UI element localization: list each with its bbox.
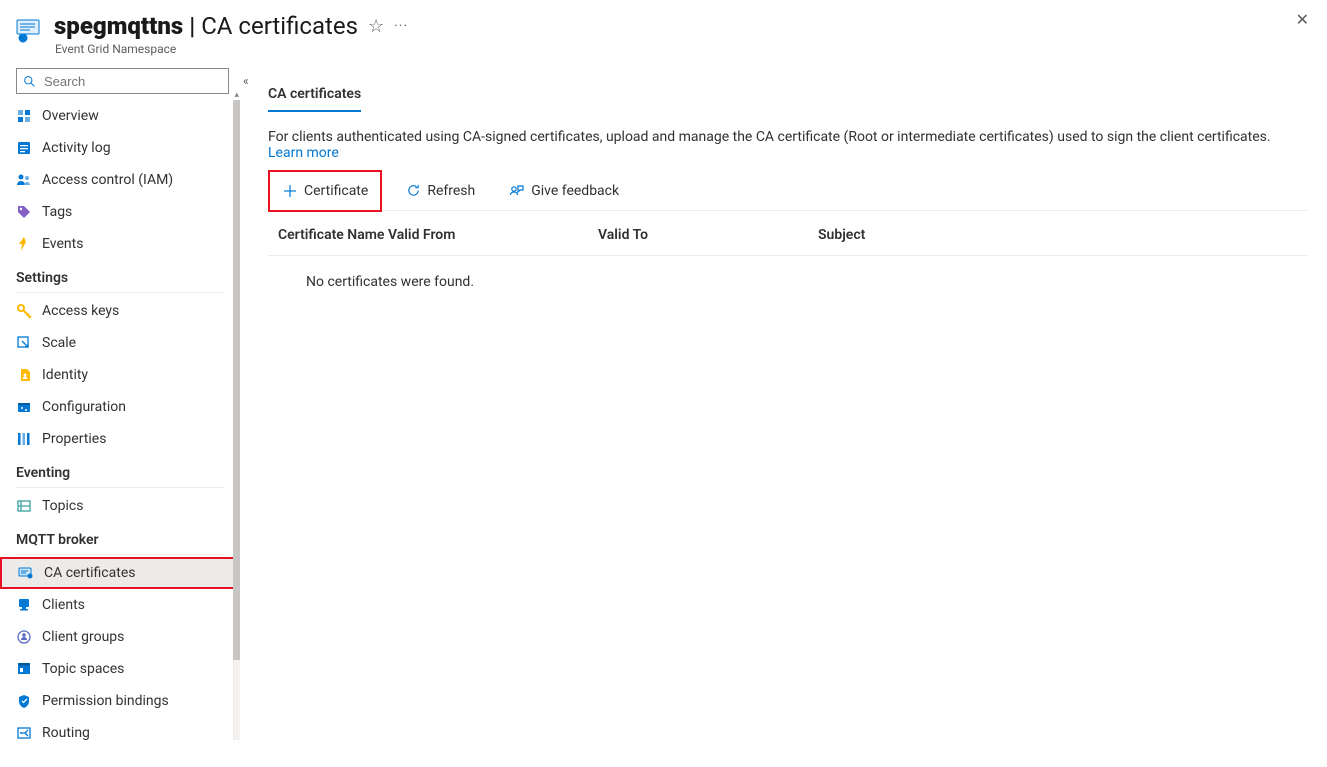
sidebar-item-events[interactable]: Events: [0, 228, 240, 260]
sidebar-item-ca-certificates[interactable]: CA certificates: [0, 557, 240, 589]
identity-icon: [16, 367, 32, 383]
sidebar-item-label: Scale: [42, 335, 76, 351]
sidebar-item-access-keys[interactable]: Access keys: [0, 295, 240, 327]
config-icon: [16, 399, 32, 415]
sidebar-item-permission-bindings[interactable]: Permission bindings: [0, 685, 240, 717]
sidebar-item-label: Access control (IAM): [42, 172, 173, 188]
empty-state-message: No certificates were found.: [268, 256, 1307, 290]
sidebar-search[interactable]: [16, 68, 229, 94]
more-icon[interactable]: ···: [394, 18, 408, 34]
sidebar-item-label: Properties: [42, 431, 106, 447]
sidebar-item-label: Routing: [42, 725, 90, 741]
scale-icon: [16, 335, 32, 351]
col-certificate-name[interactable]: Certificate Name: [268, 227, 388, 243]
sidebar-item-label: Events: [42, 236, 83, 252]
sidebar-item-label: Permission bindings: [42, 693, 169, 709]
separator: [16, 554, 224, 555]
feedback-icon: [509, 183, 525, 199]
search-icon: [23, 75, 36, 88]
sidebar-item-label: Activity log: [42, 140, 111, 156]
separator: [16, 487, 224, 488]
refresh-icon: [406, 183, 421, 198]
command-bar: Certificate Refresh: [268, 171, 1307, 211]
sidebar-item-label: Client groups: [42, 629, 124, 645]
resource-title: spegmqttns | CA certificates: [54, 12, 358, 40]
sidebar-item-topic-spaces[interactable]: Topic spaces: [0, 653, 240, 685]
resource-icon: [16, 16, 44, 44]
sidebar-item-access-control-iam-[interactable]: Access control (IAM): [0, 164, 240, 196]
description-text: For clients authenticated using CA-signe…: [268, 119, 1307, 171]
perm-icon: [16, 693, 32, 709]
sidebar-item-label: CA certificates: [44, 565, 135, 581]
plus-icon: [282, 183, 298, 199]
refresh-button[interactable]: Refresh: [396, 174, 485, 208]
topics-icon: [16, 498, 32, 514]
search-input[interactable]: [42, 73, 222, 90]
feedback-button[interactable]: Give feedback: [499, 174, 629, 208]
events-icon: [16, 236, 32, 252]
scrollbar-thumb[interactable]: [233, 100, 240, 660]
sidebar-item-label: Clients: [42, 597, 85, 613]
sidebar-item-configuration[interactable]: Configuration: [0, 391, 240, 423]
sidebar-item-client-groups[interactable]: Client groups: [0, 621, 240, 653]
overview-icon: [16, 108, 32, 124]
tags-icon: [16, 204, 32, 220]
col-valid-to[interactable]: Valid To: [598, 227, 818, 243]
sidebar-item-topics[interactable]: Topics: [0, 490, 240, 522]
sidebar-item-tags[interactable]: Tags: [0, 196, 240, 228]
sidebar-item-label: Topics: [42, 498, 83, 514]
main-content: CA certificates For clients authenticate…: [240, 62, 1327, 767]
blade-header: spegmqttns | CA certificates ☆ ··· Event…: [0, 0, 1327, 62]
sidebar-item-label: Configuration: [42, 399, 126, 415]
cgroups-icon: [16, 629, 32, 645]
sidebar-item-label: Identity: [42, 367, 88, 383]
col-valid-from[interactable]: Valid From: [388, 227, 598, 243]
sidebar-group-title: Eventing: [0, 455, 240, 483]
key-icon: [16, 303, 32, 319]
sidebar-item-routing[interactable]: Routing: [0, 717, 240, 749]
sidebar-item-activity-log[interactable]: Activity log: [0, 132, 240, 164]
clients-icon: [16, 597, 32, 613]
close-button[interactable]: ✕: [1296, 10, 1309, 29]
separator: [16, 292, 224, 293]
sidebar-group-title: MQTT broker: [0, 522, 240, 550]
sidebar-item-identity[interactable]: Identity: [0, 359, 240, 391]
sidebar-item-label: Access keys: [42, 303, 119, 319]
iam-icon: [16, 172, 32, 188]
add-certificate-button[interactable]: Certificate: [272, 174, 378, 208]
tspaces-icon: [16, 661, 32, 677]
routing-icon: [16, 725, 32, 741]
sidebar-item-label: Topic spaces: [42, 661, 124, 677]
feedback-label: Give feedback: [531, 183, 619, 199]
sidebar-item-scale[interactable]: Scale: [0, 327, 240, 359]
sidebar: « OverviewActivity logAccess control (IA…: [0, 62, 240, 767]
learn-more-link[interactable]: Learn more: [268, 145, 339, 161]
sidebar-item-clients[interactable]: Clients: [0, 589, 240, 621]
cert-icon: [18, 565, 34, 581]
sidebar-item-label: Overview: [42, 108, 99, 124]
add-certificate-label: Certificate: [304, 183, 368, 199]
props-icon: [16, 431, 32, 447]
sidebar-item-label: Tags: [42, 204, 72, 220]
col-subject[interactable]: Subject: [818, 227, 1307, 243]
sidebar-item-overview[interactable]: Overview: [0, 100, 240, 132]
sidebar-item-properties[interactable]: Properties: [0, 423, 240, 455]
scroll-up-icon[interactable]: ▴: [234, 90, 239, 100]
collapse-sidebar-icon[interactable]: «: [243, 74, 249, 88]
activitylog-icon: [16, 140, 32, 156]
table-header: Certificate Name Valid From Valid To Sub…: [268, 211, 1307, 256]
favorite-icon[interactable]: ☆: [368, 16, 384, 37]
refresh-label: Refresh: [427, 183, 475, 199]
sidebar-group-title: Settings: [0, 260, 240, 288]
resource-subtitle: Event Grid Namespace: [55, 42, 408, 56]
tab-ca-certificates[interactable]: CA certificates: [268, 80, 361, 112]
